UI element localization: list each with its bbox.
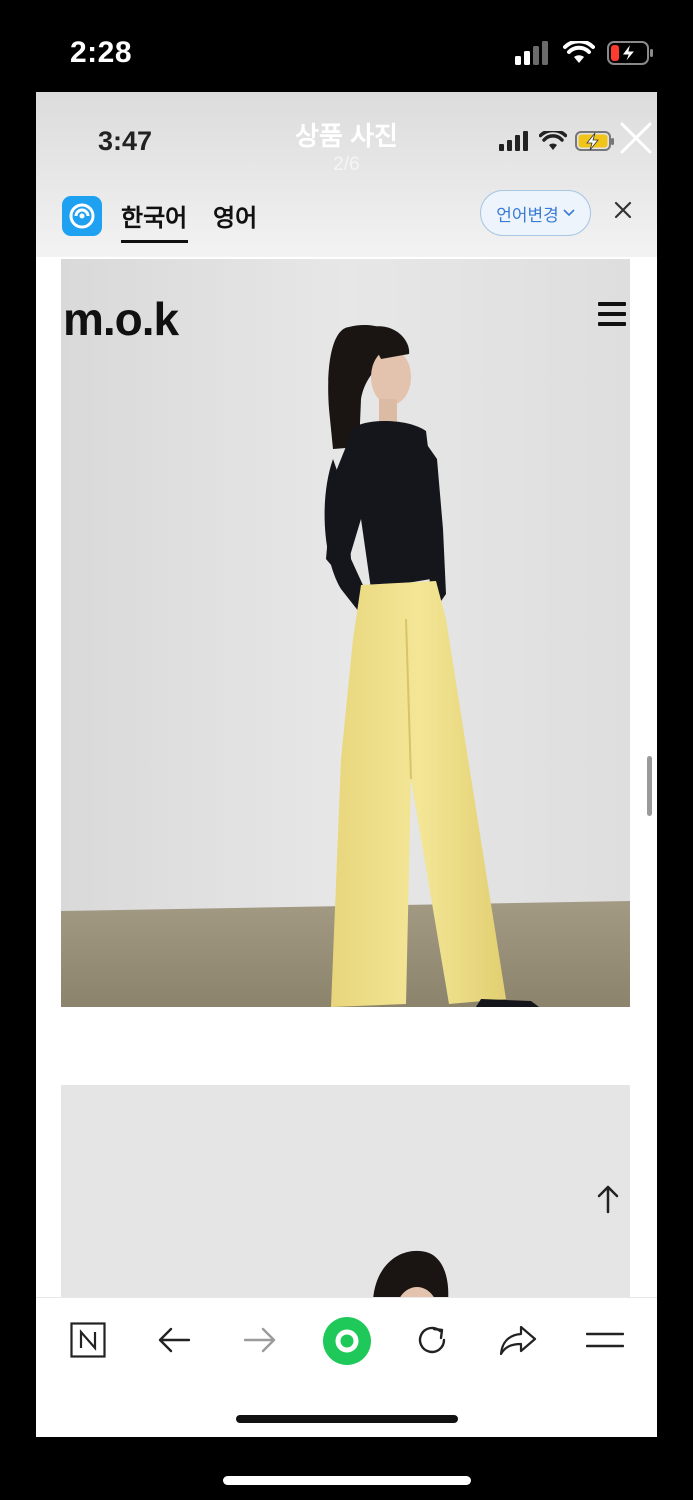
inner-status-icons [499, 130, 615, 152]
inner-battery-icon [575, 131, 614, 151]
naver-n-icon [70, 1322, 106, 1358]
active-tab-indicator [121, 240, 188, 243]
inner-wifi-icon [539, 131, 567, 150]
tab-english[interactable]: 영어 [213, 198, 257, 233]
share-button[interactable] [496, 1318, 540, 1362]
model-photo-image [61, 259, 630, 1007]
back-button[interactable] [152, 1318, 196, 1362]
forward-button[interactable] [238, 1318, 282, 1362]
inner-home-indicator [236, 1415, 458, 1423]
battery-charging-icon [607, 41, 653, 65]
green-circle-icon [323, 1317, 371, 1365]
chevron-down-icon [563, 209, 575, 217]
menu-button[interactable] [583, 1318, 627, 1362]
browser-toolbar [36, 1297, 657, 1437]
product-photo-1 [61, 259, 630, 1007]
signal-icon [515, 41, 548, 65]
change-language-button[interactable]: 언어변경 [480, 190, 591, 236]
translation-bar: 한국어 영어 언어변경 [36, 188, 657, 258]
wifi-icon [563, 41, 595, 63]
scroll-to-top-icon[interactable] [596, 1184, 620, 1214]
green-dot-button[interactable] [322, 1316, 372, 1366]
naver-home-button[interactable] [66, 1318, 110, 1362]
home-indicator[interactable] [223, 1476, 471, 1485]
arrow-right-icon [243, 1327, 276, 1353]
viewer-header: 3:47 상품 사진 2/6 한국어 영어 언어변경 [36, 92, 657, 257]
photo-counter: 2/6 [333, 154, 360, 175]
status-icons [515, 38, 655, 68]
site-menu-icon[interactable] [598, 302, 626, 328]
tab-korean[interactable]: 한국어 [121, 198, 187, 233]
scrollbar[interactable] [647, 756, 652, 816]
status-time: 2:28 [70, 36, 133, 69]
close-viewer-icon[interactable] [618, 120, 654, 156]
arrow-left-icon [158, 1327, 191, 1353]
papago-logo-icon[interactable] [62, 196, 102, 236]
refresh-button[interactable] [410, 1318, 454, 1362]
outer-status-bar: 2:28 [0, 0, 693, 92]
refresh-icon [418, 1326, 446, 1354]
close-translation-icon[interactable] [613, 200, 633, 220]
photo-viewer: m.o.k 3:47 상품 사진 2/6 한국어 영어 언어변경 [36, 92, 657, 1437]
change-language-label: 언어변경 [496, 205, 559, 225]
menu-lines-icon [586, 1332, 624, 1348]
inner-signal-icon [499, 131, 528, 151]
share-arrow-icon [499, 1325, 537, 1356]
brand-logo[interactable]: m.o.k [63, 292, 179, 346]
